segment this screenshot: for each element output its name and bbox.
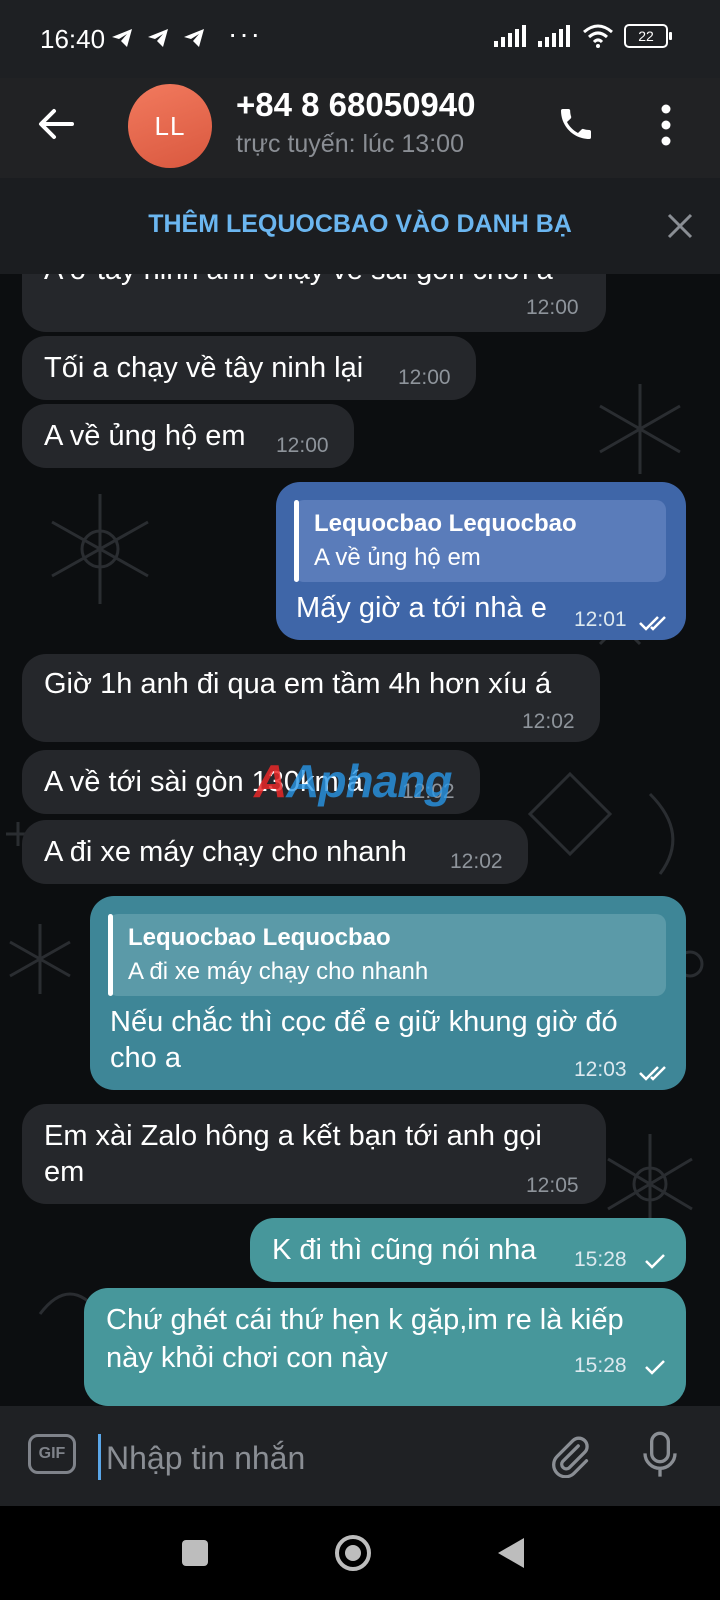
message-time: 12:02 [522, 710, 575, 733]
circle-home-icon[interactable] [334, 1534, 372, 1572]
watermark-logo: AAphang [254, 755, 452, 807]
reply-preview[interactable]: Lequocbao Lequocbao A đi xe máy chạy cho… [108, 914, 666, 996]
telegram-plane-icon [112, 29, 132, 47]
more-notifications-dots: ··· [228, 18, 262, 49]
telegram-plane-icon [148, 29, 168, 47]
message-text: A về ủng hộ em [44, 420, 246, 452]
message-incoming[interactable]: A về ủng hộ em 12:00 [22, 404, 354, 468]
message-time: 15:28 [574, 1354, 627, 1377]
watermark-text: Aphang [286, 755, 452, 807]
message-time: 12:01 [574, 608, 627, 631]
system-navigation-bar [0, 1506, 720, 1600]
message-text-line: em [44, 1156, 85, 1188]
phone-icon[interactable] [556, 104, 596, 144]
gif-label: GIF [38, 1445, 66, 1462]
reply-bar [108, 914, 113, 996]
reply-preview[interactable]: Lequocbao Lequocbao A về ủng hộ em [294, 500, 666, 582]
message-incoming[interactable]: Em xài Zalo hông a kết bạn tới anh gọi e… [22, 1104, 606, 1204]
message-list[interactable]: A ở tây ninh anh chạy về sài gòn chơi á … [0, 274, 720, 1406]
message-text-line: này khỏi chơi con này [106, 1342, 388, 1374]
message-incoming[interactable]: A đi xe máy chạy cho nhanh 12:02 [22, 820, 528, 884]
reply-author: Lequocbao Lequocbao [128, 924, 391, 951]
arrow-left-icon[interactable] [36, 104, 76, 144]
message-incoming[interactable]: A ở tây ninh anh chạy về sài gòn chơi á … [22, 274, 606, 332]
microphone-icon[interactable] [640, 1430, 680, 1480]
message-incoming[interactable]: Giờ 1h anh đi qua em tầm 4h hơn xíu á 12… [22, 654, 600, 742]
message-composer: GIF [0, 1406, 720, 1506]
message-text-line: Nếu chắc thì cọc để e giữ khung giờ đó [110, 1006, 618, 1038]
reply-bar [294, 500, 299, 582]
message-time: 12:00 [526, 296, 579, 319]
reply-author: Lequocbao Lequocbao [314, 510, 577, 537]
message-time: 12:00 [398, 366, 451, 389]
chat-header: LL +84 8 68050940 trực tuyến: lúc 13:00 [0, 78, 720, 178]
message-outgoing[interactable]: K đi thì cũng nói nha 15:28 [250, 1218, 686, 1282]
avatar[interactable]: LL [128, 84, 212, 168]
message-time: 12:05 [526, 1174, 579, 1197]
text-cursor [98, 1434, 101, 1480]
avatar-initials: LL [154, 110, 186, 141]
add-contact-link[interactable]: THÊM LEQUOCBAO VÀO DANH BẠ [0, 210, 720, 239]
message-incoming[interactable]: Tối a chạy về tây ninh lại 12:00 [22, 336, 476, 400]
add-contact-banner: THÊM LEQUOCBAO VÀO DANH BẠ [0, 178, 720, 274]
message-time: 15:28 [574, 1248, 627, 1271]
signal-bars-icon [494, 25, 526, 47]
status-bar: 16:40 ··· 22 [0, 0, 720, 78]
double-check-icon [639, 616, 666, 631]
message-outgoing[interactable]: Lequocbao Lequocbao A đi xe máy chạy cho… [90, 896, 686, 1090]
message-text-line: cho a [110, 1042, 181, 1074]
telegram-plane-icon [184, 29, 204, 47]
battery-level: 22 [638, 28, 654, 44]
message-text: Mấy giờ a tới nhà e [296, 592, 547, 624]
gif-button[interactable]: GIF [28, 1434, 76, 1474]
check-icon [645, 1360, 665, 1375]
reply-text: A về ủng hộ em [314, 544, 481, 571]
message-time: 12:03 [574, 1058, 627, 1081]
square-recents-icon[interactable] [180, 1538, 210, 1568]
double-check-icon [639, 1066, 666, 1081]
message-text: A đi xe máy chạy cho nhanh [44, 836, 407, 868]
message-text: A ở tây ninh anh chạy về sài gòn chơi á [44, 274, 553, 287]
message-time: 12:00 [276, 434, 329, 457]
message-outgoing[interactable]: Lequocbao Lequocbao A về ủng hộ em Mấy g… [276, 482, 686, 640]
more-vertical-icon[interactable] [660, 102, 672, 148]
message-time: 12:02 [450, 850, 503, 873]
contact-status: trực tuyến: lúc 13:00 [236, 130, 464, 158]
message-input[interactable] [104, 1434, 508, 1482]
message-text: Giờ 1h anh đi qua em tầm 4h hơn xíu á [44, 668, 552, 700]
reply-text: A đi xe máy chạy cho nhanh [128, 958, 429, 985]
message-outgoing[interactable]: Chứ ghét cái thứ hẹn k gặp,im re là kiếp… [84, 1288, 686, 1406]
battery-icon: 22 [624, 24, 672, 48]
check-icon [645, 1254, 665, 1269]
message-text: K đi thì cũng nói nha [272, 1234, 537, 1266]
message-text-line: Chứ ghét cái thứ hẹn k gặp,im re là kiếp [106, 1304, 624, 1336]
status-time: 16:40 [40, 24, 106, 54]
close-icon[interactable] [666, 212, 694, 240]
paperclip-icon[interactable] [548, 1434, 592, 1478]
triangle-back-icon[interactable] [496, 1536, 526, 1570]
wifi-icon [583, 24, 613, 48]
contact-name[interactable]: +84 8 68050940 [236, 86, 476, 124]
message-text-line: Em xài Zalo hông a kết bạn tới anh gọi [44, 1120, 542, 1152]
message-text: Tối a chạy về tây ninh lại [44, 352, 364, 384]
signal-bars-icon [538, 25, 570, 47]
